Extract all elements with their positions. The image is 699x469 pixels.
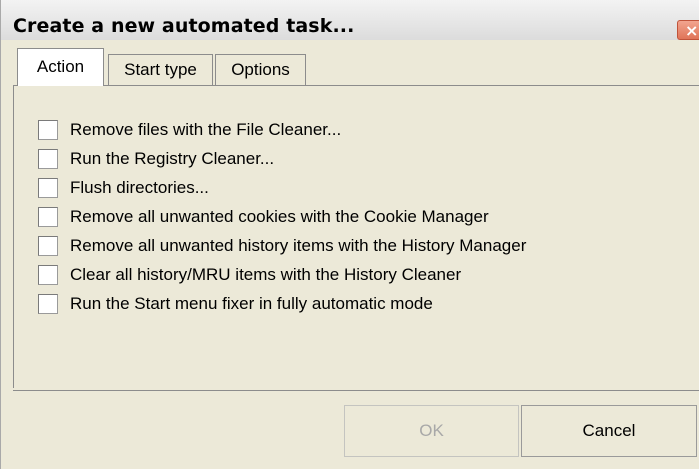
title-bar[interactable]: Create a new automated task... xyxy=(1,0,699,40)
option-label: Remove files with the File Cleaner... xyxy=(70,120,342,139)
checkbox[interactable] xyxy=(38,120,58,140)
action-tab-panel: Remove files with the File Cleaner... Ru… xyxy=(13,85,699,388)
option-cookie-manager[interactable]: Remove all unwanted cookies with the Coo… xyxy=(38,205,489,229)
option-label: Remove all unwanted cookies with the Coo… xyxy=(70,207,489,226)
tab-start-type[interactable]: Start type xyxy=(108,54,213,86)
option-registry-cleaner[interactable]: Run the Registry Cleaner... xyxy=(38,147,274,171)
button-divider xyxy=(13,390,699,391)
option-label: Clear all history/MRU items with the His… xyxy=(70,265,462,284)
window-title: Create a new automated task... xyxy=(13,15,355,37)
checkbox[interactable] xyxy=(38,294,58,314)
checkbox[interactable] xyxy=(38,236,58,256)
option-label: Run the Registry Cleaner... xyxy=(70,149,275,168)
tab-options[interactable]: Options xyxy=(215,54,306,86)
ok-button[interactable]: OK xyxy=(344,405,519,457)
option-history-manager[interactable]: Remove all unwanted history items with t… xyxy=(38,234,526,258)
cancel-button[interactable]: Cancel xyxy=(521,405,697,457)
option-flush-directories[interactable]: Flush directories... xyxy=(38,176,209,200)
close-icon[interactable]: × xyxy=(677,20,699,40)
option-history-cleaner[interactable]: Clear all history/MRU items with the His… xyxy=(38,263,461,287)
tab-action[interactable]: Action xyxy=(17,48,104,86)
option-remove-files[interactable]: Remove files with the File Cleaner... xyxy=(38,118,341,142)
checkbox[interactable] xyxy=(38,207,58,227)
checkbox[interactable] xyxy=(38,265,58,285)
checkbox[interactable] xyxy=(38,149,58,169)
option-label: Flush directories... xyxy=(70,178,209,197)
checkbox[interactable] xyxy=(38,178,58,198)
option-label: Run the Start menu fixer in fully automa… xyxy=(70,294,433,313)
option-start-menu-fixer[interactable]: Run the Start menu fixer in fully automa… xyxy=(38,292,433,316)
option-label: Remove all unwanted history items with t… xyxy=(70,236,527,255)
dialog-window: Create a new automated task... × Action … xyxy=(0,0,699,469)
